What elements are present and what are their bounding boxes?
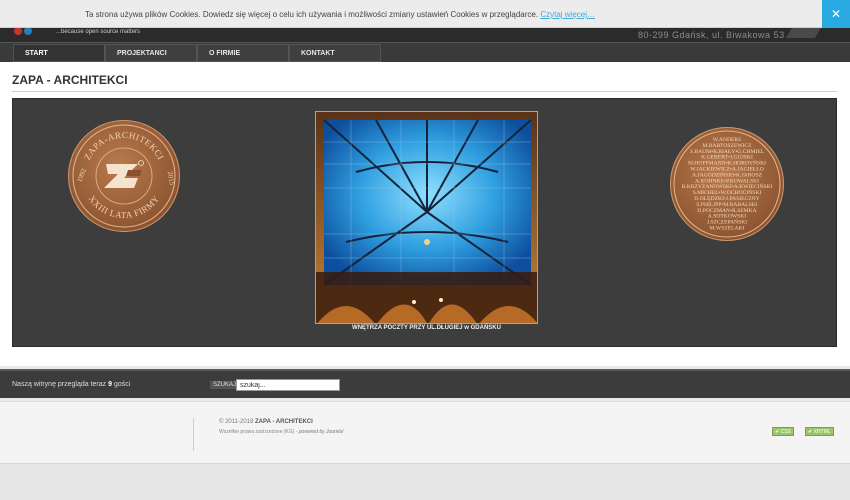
nav-item-o-firmie[interactable]: O FIRMIE [197, 44, 289, 62]
anniversary-badge: ZAPA-ARCHITEKCI XXIII LATA FIRMY 1992 20… [68, 120, 180, 232]
site-tagline: ...because open source matters [56, 29, 141, 35]
title-divider [12, 91, 837, 92]
page-bottom-strip [0, 463, 850, 500]
site-footer: © 2011-2018 ZAPA - ARCHITEKCI Wszelkie p… [0, 401, 850, 463]
powered-by-link[interactable]: powered by Joomla! [299, 429, 344, 435]
main-content: ZAPA - ARCHITEKCI ZAPA-ARCHITEKCI XXIII … [0, 62, 850, 366]
rights-line: Wszelkie prawa zastrzeżone (KG) - powere… [219, 429, 344, 435]
nav-item-start[interactable]: START [13, 44, 105, 62]
copyright-line: © 2011-2018 ZAPA - ARCHITEKCI [219, 419, 313, 425]
cookie-read-more-link[interactable]: Czytaj więcej… [540, 10, 595, 19]
architect-name: B.KRZYŻANOWSKI•A.KWIECIŃSKI [682, 182, 773, 190]
cookie-banner: Ta strona używa plików Cookies. Dowiedz … [0, 0, 850, 28]
footer-company-name: ZAPA - ARCHITEKCI [255, 419, 313, 425]
badge-year-right: 2015 [166, 171, 176, 187]
svg-text:XXIII LATA FIRMY: XXIII LATA FIRMY [87, 194, 162, 221]
visitor-counter: Naszą witrynę przegląda teraz 9 gości [12, 381, 130, 388]
names-badge-graphic: W.ANDERSM.BARTOSZEWICZS.BAUM•R.BIAŁY•G.C… [673, 130, 781, 238]
featured-project-photo[interactable] [315, 111, 538, 324]
checkmark-icon: ✔ [775, 429, 780, 435]
anniversary-badge-graphic: ZAPA-ARCHITEKCI XXIII LATA FIRMY 1992 20… [72, 124, 176, 228]
checkmark-icon: ✔ [808, 429, 813, 435]
info-bar: Naszą witrynę przegląda teraz 9 gości SZ… [0, 369, 850, 398]
company-address: 80-299 Gdańsk, ul. Biwakowa 53 [638, 30, 785, 40]
visitor-counter-prefix: Naszą witrynę przegląda teraz [12, 381, 109, 388]
architect-name: M.HOFFMANN•K.HORDYŃSKI [688, 159, 766, 167]
architect-name: A.JAGODZIŃSKI•K.JAROSZ [692, 170, 763, 178]
copyright-text: © 2011-2018 [219, 419, 254, 425]
nav-item-kontakt[interactable]: KONTAKT [289, 44, 381, 62]
nav-item-projektanci[interactable]: PROJEKTANCI [105, 44, 197, 62]
rights-text: Wszelkie prawa zastrzeżone (KG) [219, 429, 295, 435]
footer-divider [193, 418, 194, 451]
search-input[interactable] [236, 379, 340, 391]
visitor-counter-suffix: gości [112, 381, 131, 388]
valid-css-button[interactable]: ✔ CSS [772, 427, 794, 436]
page-title: ZAPA - ARCHITEKCI [12, 73, 128, 87]
cookie-message: Ta strona używa plików Cookies. Dowiedz … [85, 10, 539, 19]
architects-names-badge: W.ANDERS M.BARTOSZEWICZ S.BAUM•R.BIAŁY•G.C… [670, 127, 784, 241]
badge-bottom-text: XXIII LATA FIRMY [87, 194, 161, 221]
architect-name: M.WSZELAKI [710, 226, 745, 232]
architect-names-list: W.ANDERSM.BARTOSZEWICZS.BAUM•R.BIAŁY•G.C… [682, 137, 773, 232]
architect-name: S.MICHEL•W.OCHOCIŃSKI [693, 188, 762, 196]
badge-year-left: 1992 [76, 167, 88, 183]
cookie-close-button[interactable]: ✕ [822, 0, 850, 28]
company-logo-icon [104, 160, 144, 188]
showcase-panel: ZAPA-ARCHITEKCI XXIII LATA FIRMY 1992 20… [12, 98, 837, 347]
glass-dome-image [316, 112, 537, 323]
valid-xhtml-button[interactable]: ✔ XHTML [805, 427, 834, 436]
photo-caption: WNĘTRZA POCZTY PRZY UL.DŁUGIEJ w GDAŃSKU [352, 325, 501, 331]
main-navigation: START PROJEKTANCI O FIRMIE KONTAKT [0, 42, 850, 62]
search-label: SZUKAJ [210, 381, 240, 389]
architect-name: J.SZCZEPAŃSKI [707, 218, 747, 226]
